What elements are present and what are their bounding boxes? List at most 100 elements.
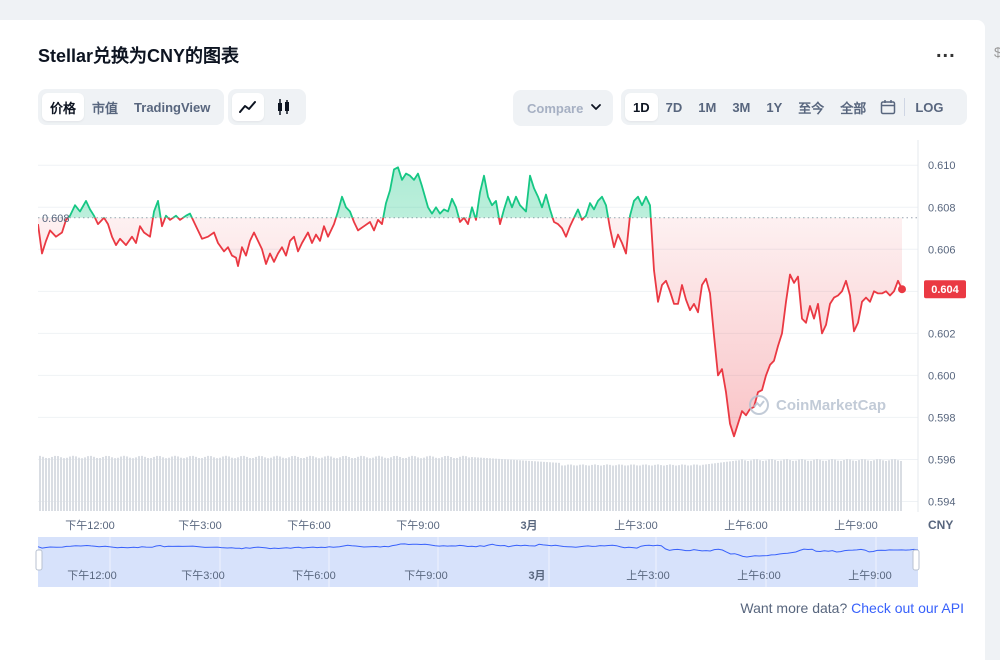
volume-bar <box>783 459 785 511</box>
y-tick-label: 0.608 <box>928 202 956 214</box>
volume-bar <box>126 456 128 511</box>
volume-bar <box>885 461 887 511</box>
volume-bar <box>102 456 104 511</box>
volume-bar <box>894 459 896 511</box>
volume-bar <box>735 460 737 511</box>
volume-bar <box>93 456 95 511</box>
volume-bar <box>57 456 59 511</box>
volume-bar <box>888 460 890 511</box>
volume-bar <box>474 457 476 511</box>
volume-bar <box>282 457 284 511</box>
volume-bar <box>567 464 569 511</box>
volume-bar <box>864 459 866 511</box>
volume-bar <box>630 464 632 511</box>
volume-bar <box>390 457 392 511</box>
volume-bar <box>537 461 539 511</box>
volume-bar <box>483 457 485 511</box>
volume-bar <box>816 459 818 511</box>
volume-bar <box>417 457 419 511</box>
volume-bar <box>468 457 470 511</box>
volume-bar <box>528 460 530 511</box>
volume-bar <box>792 460 794 511</box>
volume-bar <box>72 455 74 511</box>
navigator-tick-label: 下午12:00 <box>67 569 117 582</box>
volume-bar <box>45 457 47 511</box>
api-link[interactable]: Check out our API <box>851 600 964 616</box>
volume-bar <box>540 461 542 511</box>
y-tick-label: 0.602 <box>928 328 956 340</box>
volume-bar <box>87 456 89 511</box>
x-tick-label: 上午3:00 <box>614 519 657 532</box>
volume-bar <box>591 464 593 511</box>
volume-bar <box>306 456 308 511</box>
volume-bar <box>708 464 710 511</box>
volume-bar <box>564 465 566 511</box>
footer: Want more data? Check out our API <box>740 600 964 616</box>
volume-bar <box>135 457 137 511</box>
volume-bar <box>324 456 326 511</box>
volume-bar <box>246 456 248 511</box>
volume-bar <box>129 457 131 511</box>
volume-bar <box>882 460 884 511</box>
volume-bar <box>168 457 170 511</box>
volume-bar <box>189 456 191 511</box>
volume-bar <box>855 460 857 511</box>
volume-bar <box>606 464 608 511</box>
coinmarketcap-logo-icon <box>749 395 769 415</box>
volume-bar <box>840 460 842 511</box>
navigator-panel[interactable] <box>38 537 918 587</box>
volume-bar <box>789 459 791 511</box>
volume-bar <box>711 463 713 511</box>
volume-bar <box>132 458 134 511</box>
price-chart[interactable]: 0.610 0.608 0.606 0.604 0.602 0.600 0.598 0.596… <box>0 0 1000 650</box>
volume-bar <box>504 459 506 511</box>
volume-bar <box>171 456 173 511</box>
volume-bar <box>858 460 860 511</box>
volume-bar <box>96 457 98 511</box>
volume-bar <box>510 459 512 511</box>
x-axis-ticks: 下午12:00 下午3:00 下午6:00 下午9:00 3月 上午3:00 上午6:00 上… <box>65 519 877 532</box>
volume-bar <box>396 455 398 511</box>
navigator-handle-right[interactable] <box>912 549 920 571</box>
volume-bar <box>450 456 452 511</box>
volume-bar <box>420 458 422 511</box>
watermark-text: CoinMarketCap <box>776 396 887 414</box>
volume-bar <box>69 456 71 511</box>
volume-bar <box>648 465 650 511</box>
navigator-handle-left[interactable] <box>35 549 43 571</box>
volume-bar <box>183 458 185 511</box>
volume-bars <box>39 455 902 511</box>
volume-bar <box>225 455 227 511</box>
volume-bar <box>237 457 239 511</box>
volume-bar <box>693 464 695 511</box>
volume-bar <box>879 459 881 511</box>
volume-bar <box>453 458 455 511</box>
volume-bar <box>627 465 629 511</box>
volume-bar <box>366 457 368 511</box>
x-tick-label: 下午9:00 <box>396 519 439 532</box>
volume-bar <box>222 456 224 511</box>
volume-bar <box>834 459 836 511</box>
volume-bar <box>285 458 287 511</box>
volume-bar <box>243 455 245 511</box>
y-tick-label: 0.596 <box>928 454 956 466</box>
volume-bar <box>381 456 383 511</box>
volume-bar <box>786 459 788 511</box>
volume-bar <box>321 457 323 511</box>
volume-bar <box>552 462 554 511</box>
volume-bar <box>393 456 395 511</box>
volume-bar <box>501 459 503 511</box>
volume-bar <box>231 457 233 511</box>
volume-bar <box>312 456 314 511</box>
volume-bar <box>513 459 515 511</box>
volume-bar <box>687 465 689 511</box>
volume-bar <box>819 459 821 511</box>
volume-bar <box>861 459 863 511</box>
volume-bar <box>348 456 350 511</box>
volume-bar <box>369 458 371 511</box>
volume-bar <box>384 457 386 511</box>
volume-bar <box>204 456 206 511</box>
volume-bar <box>672 464 674 511</box>
volume-bar <box>807 460 809 511</box>
y-tick-label: 0.594 <box>928 496 956 508</box>
